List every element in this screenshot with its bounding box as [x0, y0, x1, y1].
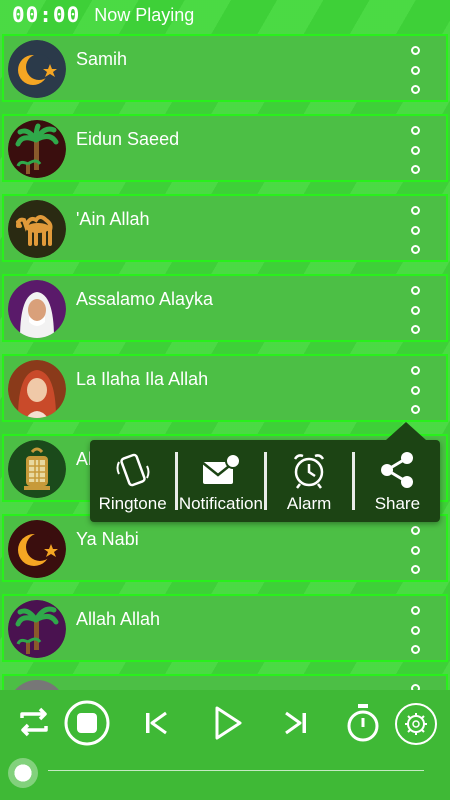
settings-gear-icon[interactable]	[394, 702, 438, 746]
more-options-icon[interactable]	[408, 526, 422, 574]
track-title: Allah Allah	[76, 609, 161, 629]
alarm-label: Alarm	[286, 494, 332, 513]
palm-tree-icon	[8, 600, 66, 658]
ringtone-label: Ringtone	[98, 494, 167, 513]
share-icon	[381, 452, 414, 488]
track-row[interactable]: Samih	[2, 34, 448, 102]
track-row[interactable]: 'Ain Allah	[2, 194, 448, 262]
status-header: 00:00 Now Playing	[0, 0, 450, 30]
play-icon[interactable]	[212, 704, 244, 742]
palm-tree-icon	[8, 120, 66, 178]
track-options-popup: Ringtone Notification Alarm Share	[90, 422, 440, 522]
alarm-button[interactable]: Alarm	[267, 440, 352, 522]
mail-notification-icon	[202, 453, 241, 484]
share-label: Share	[374, 494, 421, 513]
seek-bar-thumb[interactable]	[8, 758, 38, 788]
more-options-icon[interactable]	[408, 366, 422, 414]
next-track-icon[interactable]	[280, 708, 310, 738]
playback-timer: 00:00	[12, 3, 81, 27]
camel-icon	[8, 200, 66, 258]
notification-label: Notification	[178, 494, 263, 513]
hijab-woman-icon	[8, 360, 66, 418]
track-row[interactable]: Ya Nabi	[2, 514, 448, 582]
crescent-moon-icon	[8, 520, 66, 578]
ringtone-button[interactable]: Ringtone	[90, 440, 175, 522]
popup-arrow	[386, 422, 426, 440]
phone-vibrate-icon	[116, 453, 150, 487]
track-title: 'Ain Allah	[76, 209, 150, 229]
alarm-clock-icon	[294, 454, 325, 489]
more-options-icon[interactable]	[408, 126, 422, 174]
repeat-icon[interactable]	[16, 704, 52, 740]
more-options-icon[interactable]	[408, 46, 422, 94]
sleep-timer-icon[interactable]	[344, 702, 382, 744]
track-row[interactable]: La Ilaha Ila Allah	[2, 354, 448, 422]
seek-bar[interactable]	[48, 770, 424, 771]
stop-button[interactable]	[64, 700, 110, 746]
track-title: Ya Nabi	[76, 529, 139, 549]
track-row[interactable]: Assalamo Alayka	[2, 274, 448, 342]
track-title: Assalamo Alayka	[76, 289, 214, 309]
more-options-icon[interactable]	[408, 286, 422, 334]
track-row[interactable]: Eidun Saeed	[2, 114, 448, 182]
crescent-moon-icon	[8, 40, 66, 98]
track-title: Samih	[76, 49, 128, 69]
track-title: Eidun Saeed	[76, 129, 180, 149]
more-options-icon[interactable]	[408, 206, 422, 254]
sheikh-portrait-icon	[8, 280, 66, 338]
now-playing-label: Now Playing	[94, 4, 195, 25]
lantern-icon	[8, 440, 66, 498]
share-button[interactable]: Share	[355, 440, 440, 522]
track-row[interactable]: Allah Allah	[2, 594, 448, 662]
notification-button[interactable]: Notification	[178, 440, 263, 522]
previous-track-icon[interactable]	[142, 708, 172, 738]
track-title: La Ilaha Ila Allah	[76, 369, 209, 389]
more-options-icon[interactable]	[408, 606, 422, 654]
